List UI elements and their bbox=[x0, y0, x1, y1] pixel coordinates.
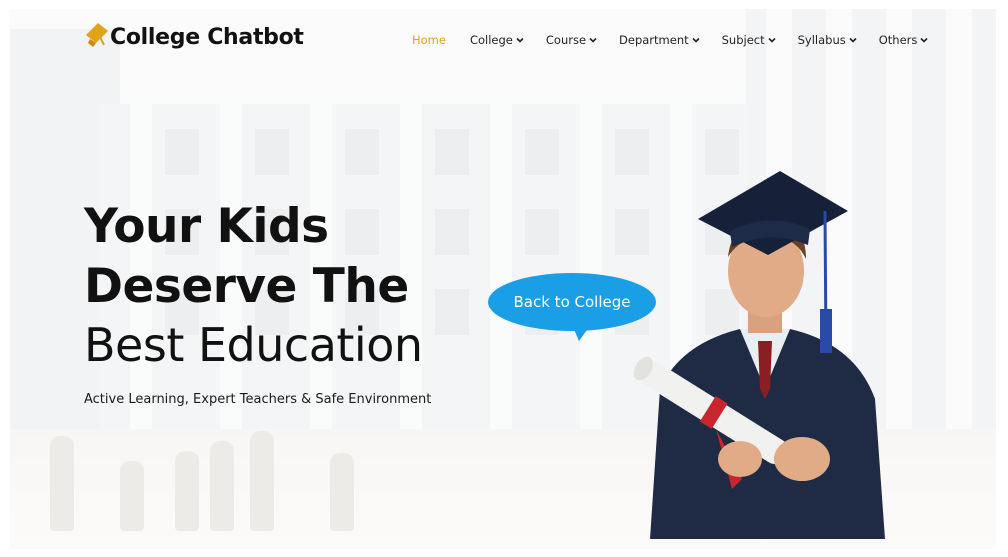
chevron-down-icon bbox=[589, 37, 597, 43]
nav-item-label: Course bbox=[545, 33, 587, 47]
nav-item-label: Syllabus bbox=[797, 33, 846, 47]
chevron-down-icon bbox=[692, 37, 700, 43]
hero-tagline: Active Learning, Expert Teachers & Safe … bbox=[84, 392, 432, 407]
chevron-down-icon bbox=[768, 37, 776, 43]
nav-item-college[interactable]: College bbox=[470, 33, 524, 47]
graduation-cap-icon bbox=[84, 19, 108, 49]
brand-logo[interactable]: College Chatbot bbox=[84, 17, 304, 50]
top-navbar: College Chatbot Home College Course Depa… bbox=[10, 9, 996, 69]
chevron-down-icon bbox=[516, 37, 524, 43]
nav-item-home[interactable]: Home bbox=[412, 33, 446, 47]
nav-item-label: Department bbox=[619, 33, 689, 47]
nav-item-department[interactable]: Department bbox=[619, 33, 700, 47]
nav-item-course[interactable]: Course bbox=[546, 33, 597, 47]
chevron-down-icon bbox=[920, 37, 928, 43]
nav-item-syllabus[interactable]: Syllabus bbox=[798, 33, 857, 47]
speech-bubble-tail bbox=[573, 327, 589, 341]
hero-heading-line-3: Best Education bbox=[84, 318, 423, 372]
main-menu: Home College Course Department Subject S… bbox=[412, 33, 928, 47]
nav-item-label: Home bbox=[412, 33, 446, 47]
hero-page: College Chatbot Home College Course Depa… bbox=[10, 9, 996, 549]
nav-item-label: College bbox=[469, 33, 513, 47]
nav-item-others[interactable]: Others bbox=[879, 33, 929, 47]
nav-item-label: Others bbox=[878, 33, 918, 47]
graduate-student-image bbox=[633, 171, 885, 539]
nav-item-label: Subject bbox=[721, 33, 765, 47]
brand-name: College Chatbot bbox=[110, 25, 304, 50]
nav-item-subject[interactable]: Subject bbox=[722, 33, 776, 47]
chevron-down-icon bbox=[849, 37, 857, 43]
back-to-college-label: Back to College bbox=[513, 293, 631, 311]
hero-heading-line-1: Your Kids bbox=[84, 199, 329, 254]
hero-heading-line-2: Deserve The bbox=[84, 259, 409, 314]
